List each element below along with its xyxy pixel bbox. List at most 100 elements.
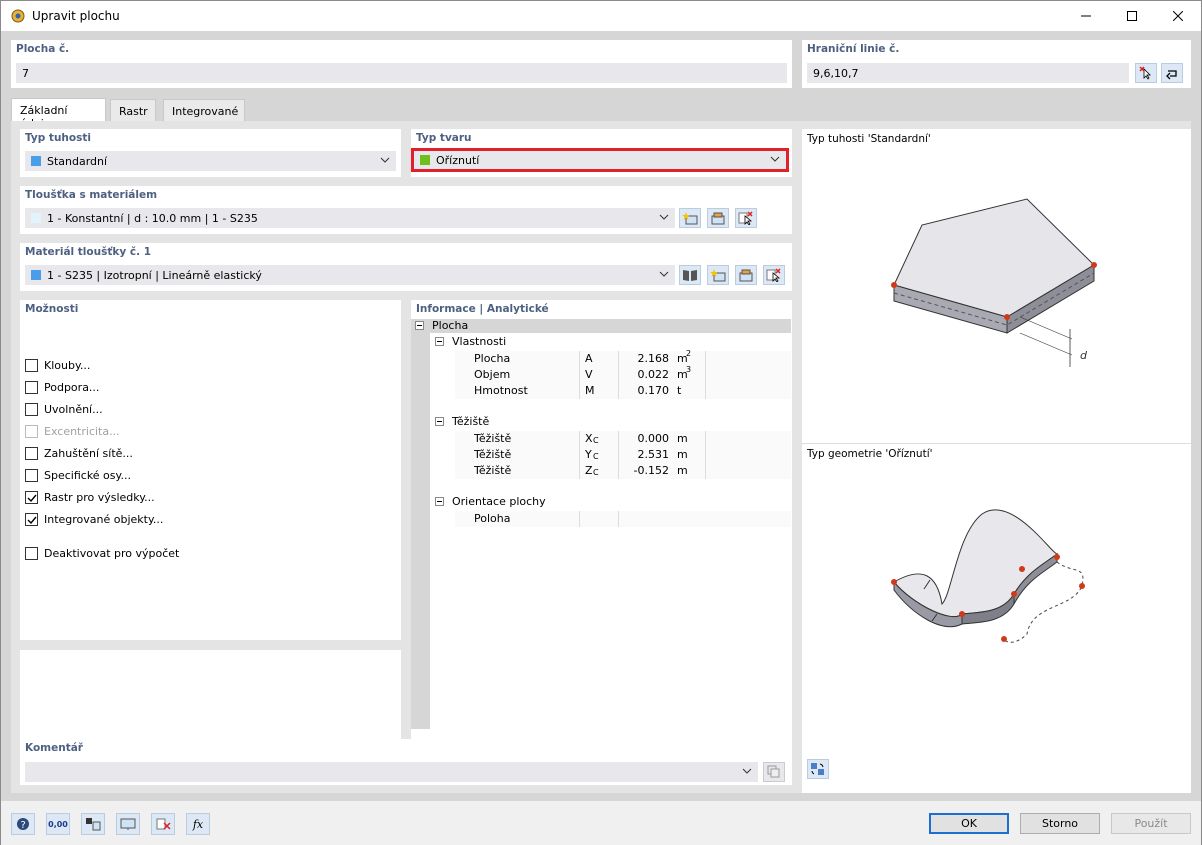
pick-cursor-icon — [1139, 66, 1151, 80]
preview-divider — [802, 443, 1191, 444]
option-5[interactable]: Specifické osy... — [25, 469, 131, 482]
tree-group-props[interactable]: Vlastnosti — [435, 335, 791, 351]
option-6[interactable]: Rastr pro výsledky... — [25, 491, 155, 504]
comment-field[interactable] — [25, 762, 758, 782]
option-label: Rastr pro výsledky... — [44, 491, 155, 504]
tree-root-row[interactable]: Plocha — [415, 319, 468, 335]
col-divider — [705, 463, 706, 479]
material-color-swatch — [31, 270, 41, 280]
material-library-button[interactable] — [679, 265, 701, 285]
units-button[interactable]: 0,00 — [46, 813, 70, 835]
option-3: Excentricita... — [25, 425, 120, 438]
col-divider — [705, 447, 706, 463]
comment-copy-button[interactable] — [763, 762, 785, 782]
maximize-button[interactable] — [1109, 1, 1155, 31]
option-label: Podpora... — [44, 381, 100, 394]
tree-row-symbol: M — [585, 384, 595, 397]
checkbox-icon[interactable] — [25, 403, 38, 416]
apply-button[interactable]: Použít — [1111, 813, 1191, 834]
col-divider — [618, 367, 619, 383]
select-material-button[interactable] — [763, 265, 785, 285]
checkbox-checked-icon[interactable] — [25, 513, 38, 526]
tree-group-label: Těžiště — [452, 415, 490, 428]
cancel-button[interactable]: Storno — [1020, 813, 1100, 834]
option-1[interactable]: Podpora... — [25, 381, 99, 394]
minimize-button[interactable] — [1063, 1, 1109, 31]
checkbox-icon[interactable] — [25, 425, 38, 438]
tree-group-orient[interactable]: Orientace plochy — [435, 495, 791, 511]
col-divider — [579, 367, 580, 383]
surface-no-field[interactable]: 7 — [16, 63, 787, 83]
stiffness-dropdown[interactable]: Standardní — [25, 151, 396, 171]
tab-raster[interactable]: Rastr — [110, 99, 156, 121]
geometry-preview-image — [891, 509, 1085, 643]
option-0[interactable]: Klouby... — [25, 359, 90, 372]
text-icon — [86, 818, 101, 831]
col-divider — [705, 367, 706, 383]
info-tree: Plocha Vlastnosti Plocha A 2.168 m 2 Objem V 0.0… — [411, 319, 791, 729]
checkbox-icon[interactable] — [25, 447, 38, 460]
close-icon — [1173, 11, 1183, 21]
minimize-icon — [1081, 15, 1091, 17]
view-button[interactable] — [116, 813, 140, 835]
pick-lines-button[interactable] — [1135, 63, 1157, 83]
collapse-icon — [435, 337, 444, 346]
shape-dropdown[interactable]: Oříznutí — [411, 148, 789, 172]
thickness-dropdown[interactable]: 1 - Konstantní | d : 10.0 mm | 1 - S235 — [25, 208, 675, 228]
checkbox-checked-icon[interactable] — [25, 491, 38, 504]
shape-value: Oříznutí — [436, 154, 480, 167]
checkmark-icon — [27, 494, 37, 502]
shape-label: Typ tvaru — [416, 132, 472, 144]
tab-integrated[interactable]: Integrované — [163, 99, 245, 121]
new-star-icon — [710, 269, 726, 282]
col-divider — [579, 383, 580, 399]
preview-panel: Typ tuhosti 'Standardní' d Typ geometrie… — [802, 129, 1191, 793]
formula-button[interactable]: fx — [186, 813, 210, 835]
material-value: 1 - S235 | Izotropní | Lineárně elastick… — [47, 269, 262, 282]
checkbox-icon[interactable] — [25, 469, 38, 482]
checkbox-icon[interactable] — [25, 547, 38, 560]
toggle-preview-button[interactable] — [807, 759, 829, 779]
help-button[interactable]: ? — [11, 813, 35, 835]
tree-row: Těžiště Y C 2.531 m — [455, 447, 791, 463]
tree-group-centroid[interactable]: Těžiště — [435, 415, 791, 431]
close-button[interactable] — [1155, 1, 1201, 31]
deselect-button[interactable] — [151, 813, 175, 835]
checkbox-icon[interactable] — [25, 359, 38, 372]
edit-icon — [711, 212, 725, 225]
col-divider — [705, 383, 706, 399]
new-thickness-button[interactable] — [679, 208, 701, 228]
edit-material-button[interactable] — [735, 265, 757, 285]
boundary-lines-panel: Hraniční linie č. 9,6,10,7 — [802, 40, 1191, 88]
option-7[interactable]: Integrované objekty... — [25, 513, 163, 526]
material-dropdown[interactable]: 1 - S235 | Izotropní | Lineárně elastick… — [25, 265, 675, 285]
reverse-button[interactable] — [1161, 63, 1183, 83]
tree-root-label: Plocha — [432, 319, 469, 332]
tree-group-label: Orientace plochy — [452, 495, 546, 508]
ok-button[interactable]: OK — [929, 813, 1009, 834]
thickness-value: 1 - Konstantní | d : 10.0 mm | 1 - S235 — [47, 212, 258, 225]
col-divider — [579, 447, 580, 463]
thickness-label: Tloušťka s materiálem — [25, 189, 158, 201]
tree-row-symbol: X — [585, 432, 593, 445]
col-divider — [705, 351, 706, 367]
comment-label: Komentář — [25, 742, 83, 754]
option-4[interactable]: Zahuštění sítě... — [25, 447, 133, 460]
tree-row-name: Těžiště — [474, 432, 512, 445]
text-button[interactable] — [81, 813, 105, 835]
tab-basic[interactable]: Základní údaje — [11, 98, 106, 130]
option-label: Klouby... — [44, 359, 91, 372]
window-title: Upravit plochu — [32, 9, 120, 23]
option-8[interactable]: Deaktivovat pro výpočet — [25, 547, 179, 560]
option-label: Specifické osy... — [44, 469, 131, 482]
select-thickness-button[interactable] — [735, 208, 757, 228]
checkbox-icon[interactable] — [25, 381, 38, 394]
stiffness-label: Typ tuhosti — [25, 132, 91, 144]
col-divider — [618, 351, 619, 367]
options-label: Možnosti — [25, 303, 79, 315]
edit-thickness-button[interactable] — [707, 208, 729, 228]
new-material-button[interactable] — [707, 265, 729, 285]
boundary-lines-field[interactable]: 9,6,10,7 — [807, 63, 1129, 83]
col-divider — [579, 351, 580, 367]
option-2[interactable]: Uvolnění... — [25, 403, 103, 416]
